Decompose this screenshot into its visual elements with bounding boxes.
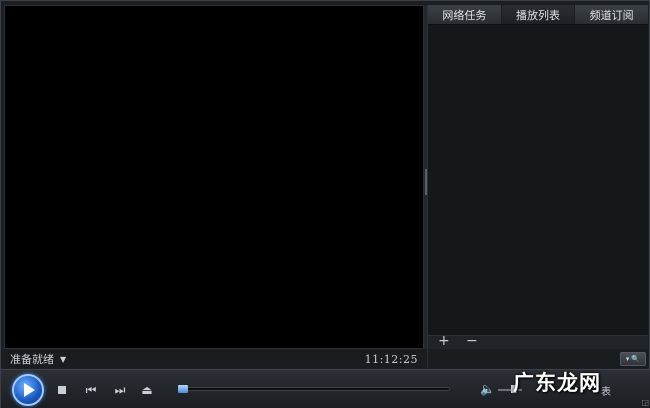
eject-button[interactable]: ⏏ xyxy=(138,381,156,399)
playlist-list[interactable] xyxy=(428,25,648,335)
tab-playlist[interactable]: 播放列表 xyxy=(501,5,576,24)
play-button[interactable] xyxy=(12,374,44,406)
chevron-down-icon: ▾ xyxy=(625,355,630,363)
previous-button[interactable]: ⏮ xyxy=(82,381,100,399)
stop-icon xyxy=(58,386,66,394)
side-panel: 网络任务 播放列表 频道订阅 + − xyxy=(427,5,648,349)
playlist-toggle-button[interactable]: 表 xyxy=(601,383,611,398)
player-window: 网络任务 播放列表 频道订阅 + − 准备就绪 ▼ 11:12:25 ▾ 🔍 ⏮ xyxy=(0,0,650,408)
panel-search-row: ▾ 🔍 xyxy=(427,350,648,368)
status-bar: 准备就绪 ▼ 11:12:25 xyxy=(4,350,424,368)
panel-toolbar: + − xyxy=(428,334,648,349)
previous-icon: ⏮ xyxy=(85,383,97,397)
watermark: 广东龙网 xyxy=(513,370,601,395)
next-icon: ⏭ xyxy=(114,383,126,397)
play-icon xyxy=(24,383,35,397)
next-button[interactable]: ⏭ xyxy=(111,381,129,399)
volume-icon[interactable]: 🔈 xyxy=(480,382,495,396)
seek-thumb[interactable] xyxy=(178,385,188,393)
seek-bar[interactable] xyxy=(178,385,450,393)
add-item-button[interactable]: + xyxy=(438,334,450,348)
panel-tabs: 网络任务 播放列表 频道订阅 xyxy=(428,5,648,25)
stop-button[interactable] xyxy=(53,381,71,399)
eject-icon: ⏏ xyxy=(141,383,153,397)
tab-channel-subscription[interactable]: 频道订阅 xyxy=(575,5,648,24)
tab-network-tasks[interactable]: 网络任务 xyxy=(428,5,502,24)
clock-display: 11:12:25 xyxy=(364,352,418,366)
status-text: 准备就绪 xyxy=(10,353,54,366)
video-area[interactable] xyxy=(4,5,424,349)
status-dropdown-icon[interactable]: ▼ xyxy=(60,355,66,364)
search-icon: 🔍 xyxy=(631,355,641,363)
search-button[interactable]: ▾ 🔍 xyxy=(620,352,646,366)
remove-item-button[interactable]: − xyxy=(466,334,478,348)
resize-grip-icon[interactable]: ◲ xyxy=(641,398,649,407)
